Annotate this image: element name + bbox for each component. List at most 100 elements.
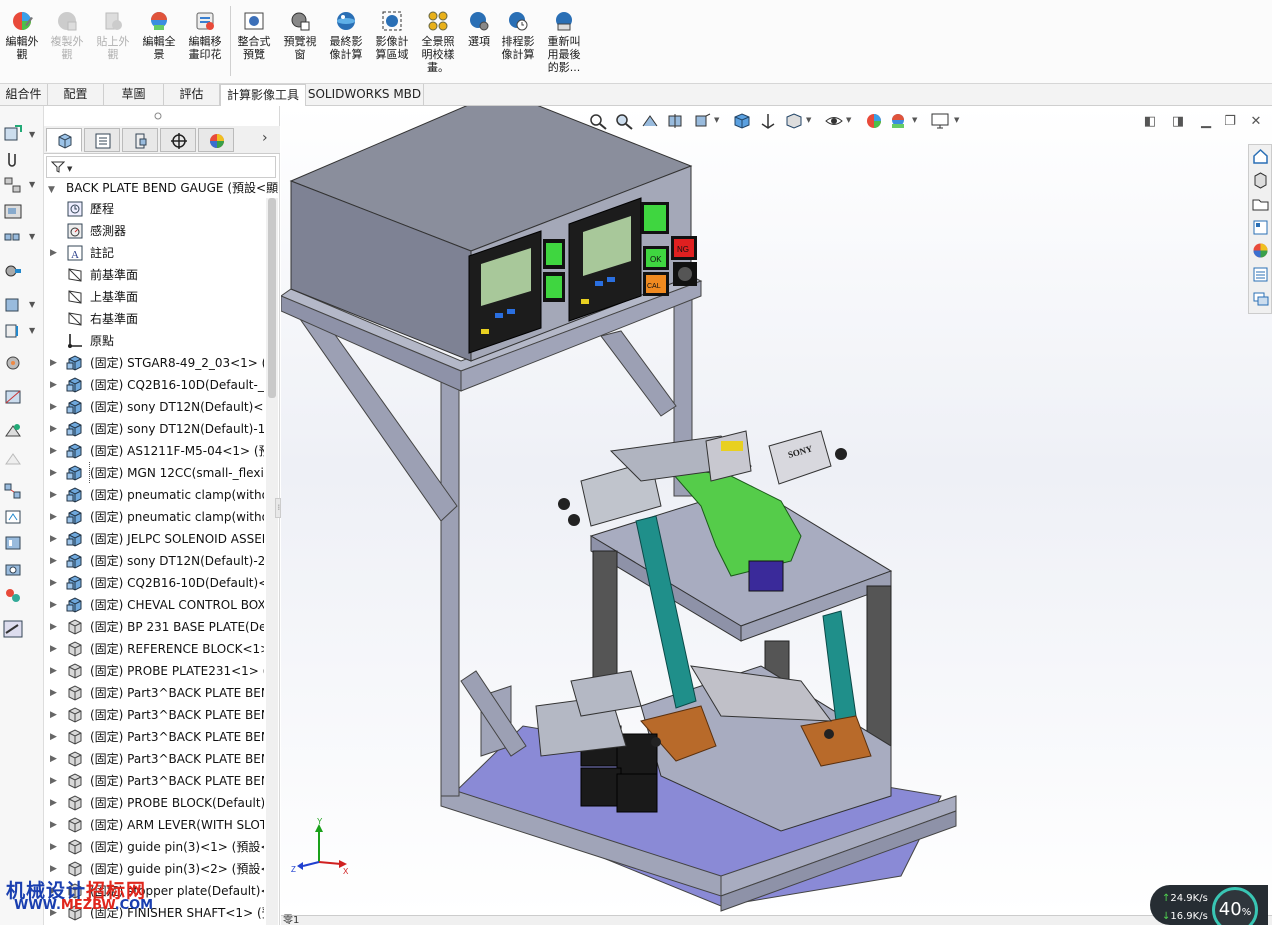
tree-item[interactable]: ▶ (固定) AS1211F-M5-04<1> (預設 [44,440,264,462]
tab-assembly[interactable]: 組合件 [0,84,48,106]
expand-arrow-icon[interactable]: ▶ [50,462,57,484]
tree-item[interactable]: ▶ (固定) Part3^BACK PLATE BEND [44,770,264,792]
tab-render-tools[interactable]: 計算影像工具 [220,84,306,106]
paperclip-icon[interactable] [3,150,23,168]
tree-item[interactable]: 右基準面 [44,308,264,330]
tab-property-manager[interactable] [84,128,120,152]
insert-component-icon[interactable] [3,124,23,142]
instant3d-icon[interactable] [3,508,23,526]
edit-appearance-button[interactable]: 編輯外 觀 [0,10,44,61]
tree-item[interactable]: ▶ (固定) Part3^BACK PLATE BEND [44,682,264,704]
tree-item[interactable]: ▶ (固定) CHEVAL CONTROL BOX [44,594,264,616]
tree-item[interactable]: ▶ (固定) Part3^BACK PLATE BEND [44,726,264,748]
tree-root-row[interactable]: ▼ BACK PLATE BEND GAUGE (預設<顯 [48,180,278,196]
expand-arrow-icon[interactable]: ▶ [50,682,57,704]
tab-sketch[interactable]: 草圖 [104,84,164,106]
expand-arrow-icon[interactable]: ▶ [50,836,57,858]
tree-item[interactable]: 歷程 [44,198,264,220]
expand-arrow-icon[interactable]: ▶ [50,704,57,726]
preview-window-button[interactable]: 預覽視 窗 [278,10,322,61]
update-speedpak-icon[interactable] [3,534,23,552]
expand-arrow-icon[interactable]: ▶ [50,440,57,462]
expand-arrow-icon[interactable]: ▶ [50,418,57,440]
render-region-button[interactable]: 影像計 算區域 [370,10,414,61]
tree-item[interactable]: 上基準面 [44,286,264,308]
expand-arrow-icon[interactable]: ▶ [50,484,57,506]
tab-feature-manager[interactable] [46,128,82,152]
exploded-view-icon[interactable] [3,482,23,500]
expand-arrow-icon[interactable]: ▶ [50,594,57,616]
recall-last-render-button[interactable]: 重新叫 用最後 的影... [542,10,586,74]
chevron-down-icon[interactable]: ▼ [29,130,35,139]
mate-icon[interactable] [3,176,23,194]
tab-configuration[interactable]: 配置 [48,84,104,106]
edit-decal-button[interactable]: 編輯移 畫印花 [183,10,227,61]
scene-illumination-proof-button[interactable]: 全景照 明校樣 畫。 [416,10,460,74]
tab-dimxpert-manager[interactable] [160,128,196,152]
assembly-model-3d[interactable]: OK NG CAL SONY [281,106,1272,915]
tree-item[interactable]: ▶ (固定) sony DT12N(Default)<1> [44,396,264,418]
chevron-down-icon[interactable]: ▼ [67,165,72,173]
tree-item[interactable]: ▶ (固定) JELPC SOLENOID ASSEM [44,528,264,550]
show-hidden-icon[interactable] [3,322,23,340]
tree-item[interactable]: ▶ (固定) STGAR8-49_2_03<1> (預 [44,352,264,374]
tree-item[interactable]: ▶ (固定) Part3^BACK PLATE BEND [44,704,264,726]
smart-fasteners-icon[interactable] [3,262,23,280]
tab-display-manager[interactable] [198,128,234,152]
component-preview-icon[interactable] [3,202,23,220]
tab-evaluate[interactable]: 評估 [164,84,220,106]
assembly-features-icon[interactable] [3,354,23,372]
tree-item[interactable]: 感測器 [44,220,264,242]
graphics-area[interactable]: ▼ ▼ ▼ ▼ ▼ ◧ ◨ ▁ ❐ ✕ OK NG CAL SONY Y X Z [281,106,1272,915]
tab-configuration-manager[interactable] [122,128,158,152]
tree-item[interactable]: ▶ (固定) REFERENCE BLOCK<1> [44,638,264,660]
tree-item[interactable]: ▶ (固定) sony DT12N(Default)-2< [44,550,264,572]
tab-solidworks-mbd[interactable]: SOLIDWORKS MBD [306,84,424,106]
tree-item[interactable]: ▶ (固定) pneumatic clamp(withou [44,484,264,506]
measure-icon[interactable] [3,620,23,638]
network-speed-widget[interactable]: ↑24.9K/s ↓16.9K/s 40% [1150,885,1268,925]
chevron-down-icon[interactable]: ▼ [29,180,35,189]
chevron-down-icon[interactable]: ▼ [29,300,35,309]
reference-geometry-icon[interactable] [3,388,23,406]
expand-arrow-icon[interactable]: ▶ [50,748,57,770]
move-component-icon[interactable] [3,296,23,314]
expand-arrow-icon[interactable]: ▶ [50,374,57,396]
tree-item[interactable]: ▶ (固定) CQ2B16-10D(Default)<1 [44,572,264,594]
tree-item[interactable]: ▶ (固定) ARM LEVER(WITH SLOT [44,814,264,836]
tree-item[interactable]: ▶ (固定) PROBE PLATE231<1> (預 [44,660,264,682]
collapse-arrow-icon[interactable]: ▼ [48,182,55,198]
copy-appearance-button[interactable]: 複製外 觀 [45,10,89,61]
expand-arrow-icon[interactable]: ▶ [50,528,57,550]
expand-arrow-icon[interactable]: ▶ [50,506,57,528]
expand-arrow-icon[interactable]: ▶ [50,660,57,682]
new-motion-study-icon[interactable] [3,422,23,440]
chevron-down-icon[interactable]: ▼ [29,232,35,241]
chevron-right-icon[interactable]: › [262,130,268,146]
take-snapshot-icon[interactable] [3,560,23,578]
expand-arrow-icon[interactable]: ▶ [50,726,57,748]
expand-arrow-icon[interactable]: ▶ [50,792,57,814]
edit-scene-button[interactable]: 編輯全 景 [137,10,181,61]
expand-arrow-icon[interactable]: ▶ [50,616,57,638]
expand-arrow-icon[interactable]: ▶ [50,770,57,792]
tree-item[interactable]: ▶ (固定) sony DT12N(Default)-1< [44,418,264,440]
expand-arrow-icon[interactable]: ▶ [50,814,57,836]
tree-item[interactable]: 原點 [44,330,264,352]
tree-item[interactable]: ▶ (固定) guide pin(3)<1> (預設< [44,836,264,858]
tree-scrollbar[interactable] [266,198,278,925]
expand-arrow-icon[interactable]: ▶ [50,352,57,374]
tree-item[interactable]: ▶ A 註記 [44,242,264,264]
options-button[interactable]: 選項 [457,10,501,48]
large-assembly-mode-icon[interactable] [3,586,23,604]
tree-item[interactable]: ▶ (固定) PROBE BLOCK(Default)< [44,792,264,814]
tree-item[interactable]: ▶ (固定) Part3^BACK PLATE BEND [44,748,264,770]
expand-arrow-icon[interactable]: ▶ [50,396,57,418]
final-render-button[interactable]: 最終影 像計算 [324,10,368,61]
expand-arrow-icon[interactable]: ▶ [50,638,57,660]
tree-item[interactable]: ▶ (固定) BP 231 BASE PLATE(Defa [44,616,264,638]
expand-arrow-icon[interactable]: ▶ [50,572,57,594]
expand-arrow-icon[interactable]: ▶ [50,550,57,572]
tree-item[interactable]: ▶ (固定) pneumatic clamp(withou [44,506,264,528]
tree-item[interactable]: ▶ (固定) CQ2B16-10D(Default-_fle [44,374,264,396]
